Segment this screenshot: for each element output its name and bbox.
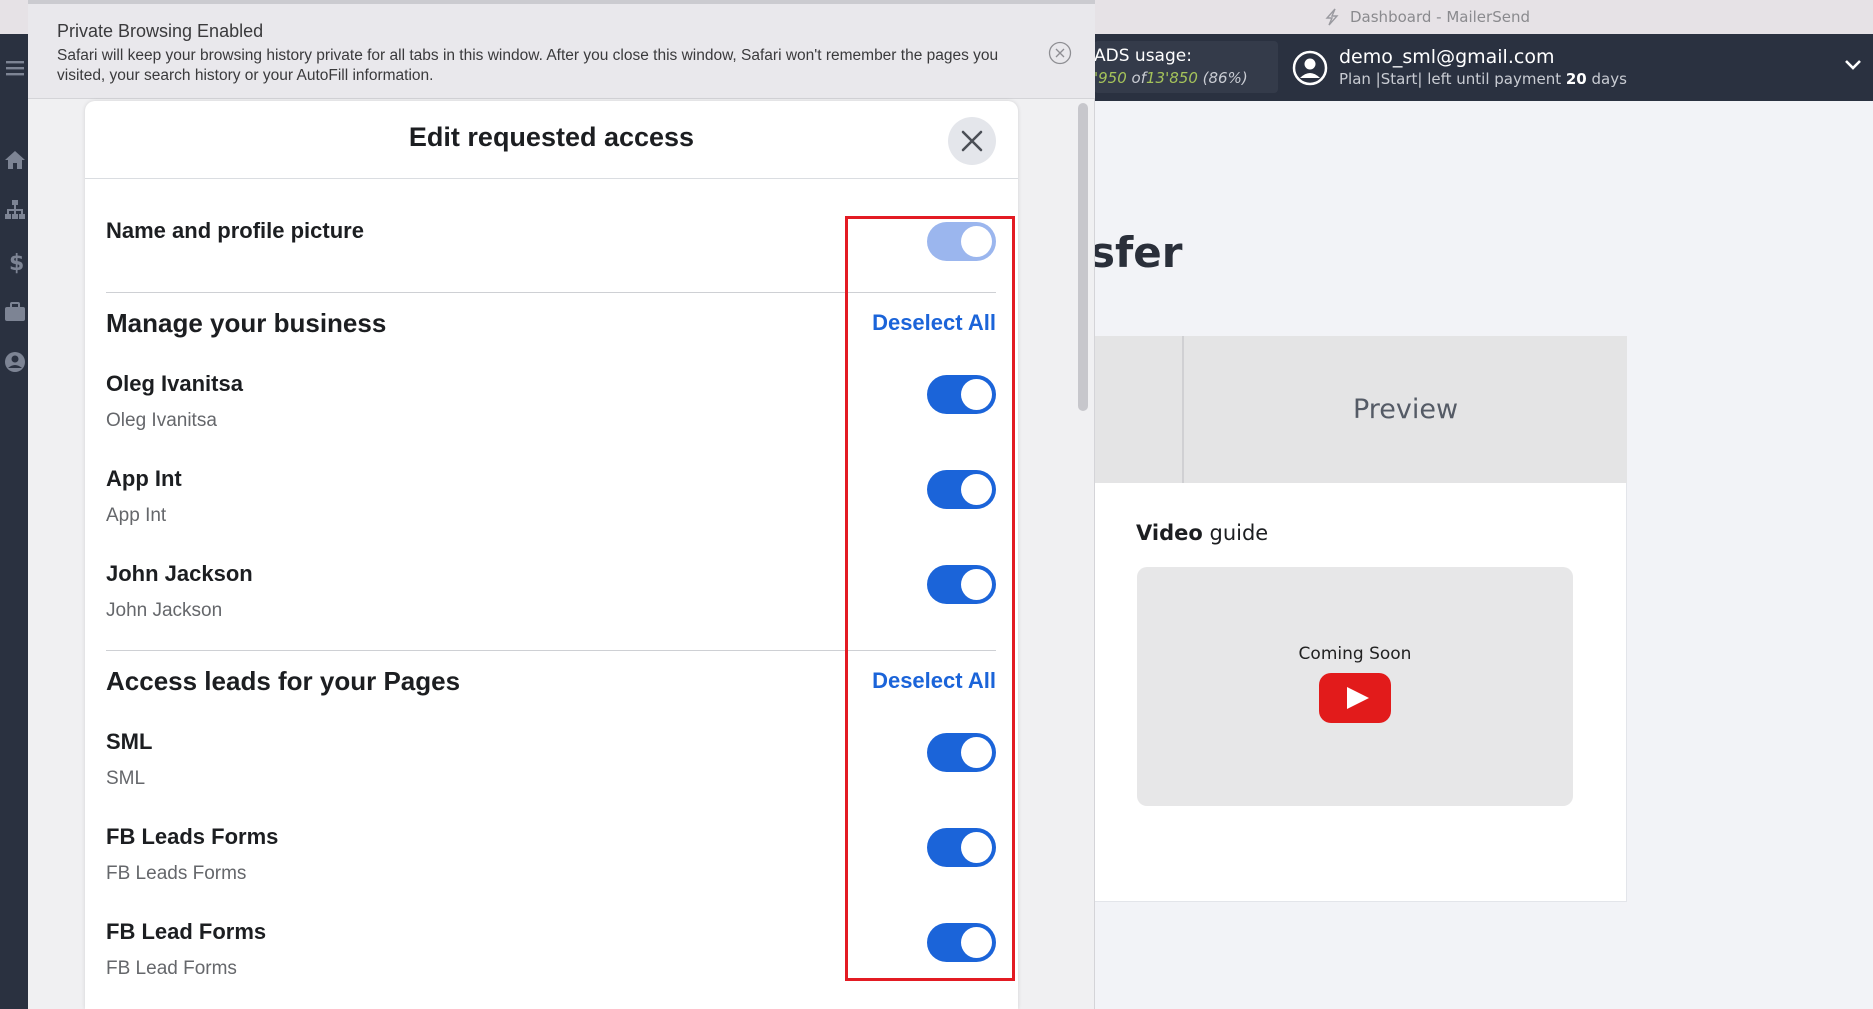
page-item-title: FB Leads Forms	[106, 824, 279, 849]
banner-title: Private Browsing Enabled	[57, 21, 264, 41]
usage-value: '950 of13'850 (86%)	[1094, 69, 1248, 87]
page-toggle-sml[interactable]	[927, 733, 996, 772]
page-item-subtitle: FB Lead Forms	[106, 958, 237, 979]
app-logo-icon	[1325, 8, 1339, 26]
sitemap-icon[interactable]	[3, 198, 27, 222]
app-sidebar: $	[0, 34, 28, 1009]
section-title-leads: Access leads for your Pages	[106, 666, 461, 696]
briefcase-icon[interactable]	[3, 300, 27, 324]
dialog-close-button[interactable]	[948, 117, 996, 165]
business-toggle-john[interactable]	[927, 565, 996, 604]
dollar-icon[interactable]: $	[3, 250, 27, 274]
user-plan: Plan |Start| left until payment 20 days	[1339, 70, 1627, 88]
close-icon[interactable]	[1048, 41, 1072, 65]
usage-label: ADS usage:	[1094, 46, 1192, 66]
business-item-subtitle: App Int	[106, 505, 167, 526]
page-item-subtitle: FB Leads Forms	[106, 863, 247, 884]
page-item-title: FB Lead Forms	[106, 919, 267, 944]
user-email[interactable]: demo_sml@gmail.com	[1339, 46, 1554, 68]
page-toggle-fb-lead-forms[interactable]	[927, 923, 996, 962]
coming-soon-label: Coming Soon	[1298, 644, 1412, 664]
divider	[106, 650, 996, 651]
home-icon[interactable]	[3, 148, 27, 172]
business-item-subtitle: John Jackson	[106, 600, 223, 621]
business-item-title: John Jackson	[106, 561, 253, 586]
video-guide-title: Video guide	[1136, 521, 1269, 545]
youtube-play-icon[interactable]	[1319, 673, 1391, 723]
page-item-title: SML	[106, 729, 153, 754]
business-item-title: App Int	[106, 466, 182, 491]
user-icon[interactable]	[3, 350, 27, 374]
profile-row-label: Name and profile picture	[106, 218, 364, 243]
page-toggle-fb-leads-forms[interactable]	[927, 828, 996, 867]
business-item-subtitle: Oleg Ivanitsa	[106, 410, 217, 431]
page-item-subtitle: SML	[106, 768, 146, 789]
chevron-down-icon[interactable]	[1844, 58, 1862, 72]
svg-text:$: $	[9, 251, 24, 274]
business-item-title: Oleg Ivanitsa	[106, 371, 243, 396]
deselect-all-leads-button[interactable]: Deselect All	[872, 668, 996, 694]
profile-toggle[interactable]	[927, 222, 996, 261]
dialog-title: Edit requested access	[408, 122, 695, 152]
deselect-all-business-button[interactable]: Deselect All	[872, 310, 996, 336]
page-heading: sfer	[1090, 228, 1183, 277]
business-toggle-app-int[interactable]	[927, 470, 996, 509]
section-title-business: Manage your business	[106, 308, 387, 338]
banner-text: Safari will keep your browsing history p…	[57, 47, 999, 84]
scrollbar[interactable]	[1078, 103, 1088, 411]
close-icon	[961, 130, 983, 152]
tab-preview[interactable]: Preview	[1184, 336, 1627, 483]
menu-icon[interactable]	[3, 56, 27, 80]
avatar-icon[interactable]	[1292, 50, 1328, 86]
divider	[106, 292, 996, 293]
business-toggle-oleg[interactable]	[927, 375, 996, 414]
window-title: Dashboard - MailerSend	[1350, 8, 1530, 26]
